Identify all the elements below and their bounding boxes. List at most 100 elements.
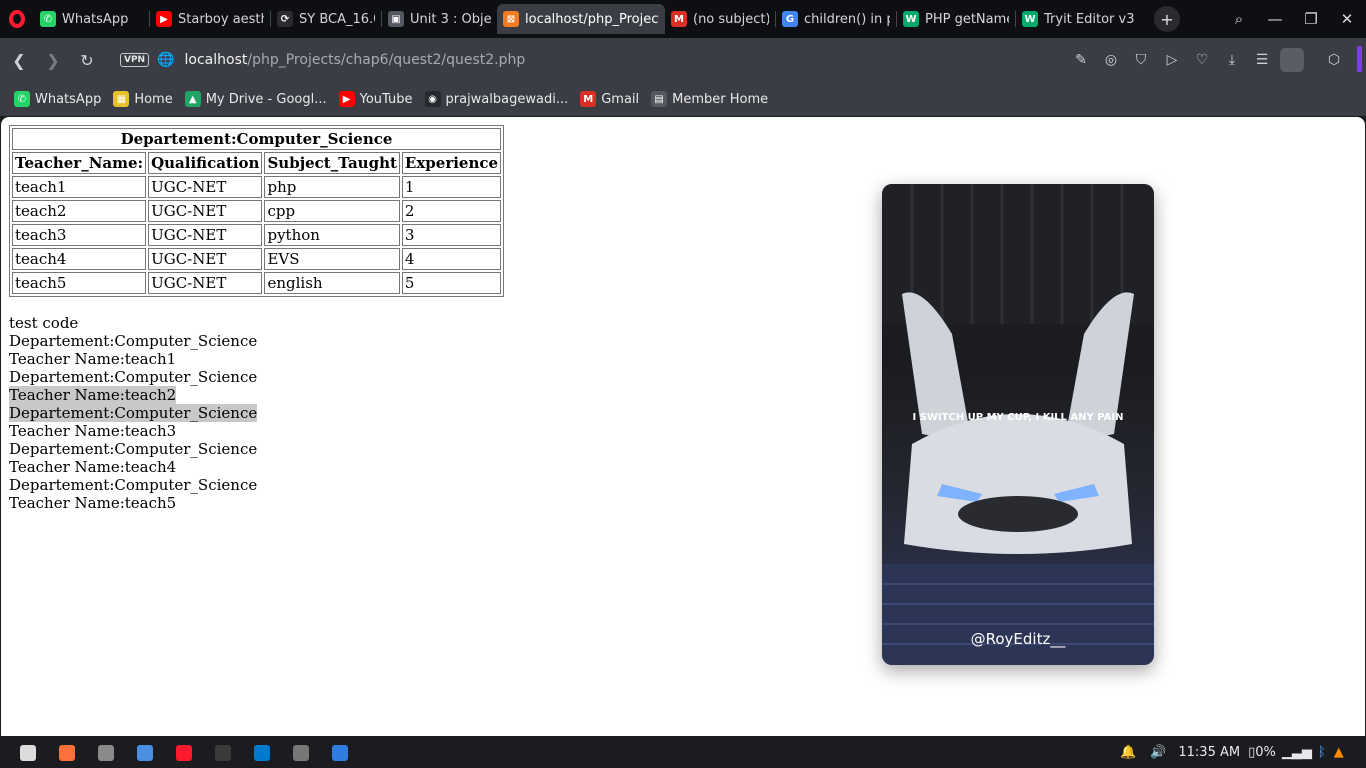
table-cell: teach2	[12, 200, 147, 222]
bookmark-item[interactable]: ✆ WhatsApp	[14, 91, 101, 107]
system-tray: 🔔 🔊 11:35 AM ▯ 0% ▁▃▅ ᛒ ▲	[1120, 737, 1344, 768]
url-host: localhost	[184, 52, 248, 68]
tab-title: Starboy aesth	[178, 11, 264, 27]
table-cell: 2	[401, 200, 502, 222]
tab-title: (no subject) -	[693, 11, 769, 27]
tab[interactable]: ⊠ localhost/php_Projects	[497, 4, 665, 34]
table-caption: Departement:Computer_Science	[12, 128, 502, 150]
tab-favicon-icon: W	[903, 11, 919, 27]
edit-page-icon[interactable]: ✎	[1066, 38, 1096, 82]
screenshot-icon[interactable]	[125, 737, 164, 768]
web-page: Departement:Computer_Science Teacher_Nam…	[1, 117, 1365, 736]
tab[interactable]: ⟳ SY BCA_16.06	[271, 4, 381, 34]
extensions-icon[interactable]: ⬡	[1319, 38, 1349, 82]
tab[interactable]: ▶ Starboy aesth	[150, 4, 270, 34]
table-header-cell: Qualification	[148, 152, 263, 174]
table-cell: UGC-NET	[148, 200, 263, 222]
table-row: teach4 UGC-NET EVS 4	[12, 248, 502, 270]
url-field[interactable]: localhost/php_Projects/chap6/quest2/ques…	[185, 52, 526, 68]
forward-button[interactable]: ❯	[36, 43, 70, 77]
close-window-button[interactable]: ✕	[1329, 0, 1365, 38]
opera-menu-button[interactable]	[0, 0, 34, 38]
profile-button[interactable]	[1277, 38, 1307, 82]
snapshot-icon[interactable]: ◎	[1096, 38, 1126, 82]
tab-title: children() in p	[804, 11, 890, 27]
table-cell: UGC-NET	[148, 224, 263, 246]
tab-favicon-icon: ⊠	[503, 11, 519, 27]
taskbar-app-glyph	[253, 744, 270, 761]
tab[interactable]: ✆ WhatsApp	[34, 4, 149, 34]
table-cell: EVS	[264, 248, 400, 270]
bookmark-label: YouTube	[359, 91, 413, 107]
teachers-table: Departement:Computer_Science Teacher_Nam…	[9, 125, 505, 297]
video-popout[interactable]: I SWITCH UP MY CUP, I KILL ANY PAIN @Roy…	[882, 184, 1154, 665]
tab-search-icon[interactable]: ⌕	[1221, 0, 1257, 38]
clock-app-icon[interactable]	[281, 737, 320, 768]
vpn-badge[interactable]: VPN	[120, 53, 150, 67]
bookmark-item[interactable]: ▦ Home	[113, 91, 173, 107]
globe-icon[interactable]: 🌐	[157, 52, 174, 68]
taskbar-app-glyph	[97, 744, 114, 761]
output-line-text: Departement:Computer_Science	[9, 368, 258, 386]
taskbar-app-glyph	[19, 744, 36, 761]
app-diamond-icon[interactable]	[320, 737, 359, 768]
volume-icon[interactable]: 🔊	[1150, 745, 1166, 760]
reload-button[interactable]: ↻	[70, 43, 104, 77]
firefox-icon[interactable]	[47, 737, 86, 768]
table-row: teach3 UGC-NET python 3	[12, 224, 502, 246]
update-warning-icon[interactable]: ▲	[1334, 745, 1344, 760]
tab-bar: ✆ WhatsApp ▶ Starboy aesth ⟳ SY BCA_16.06 ▣ Uni…	[0, 0, 1366, 38]
url-path: /php_Projects/chap6/quest2/quest2.php	[247, 52, 526, 68]
bookmark-favicon-icon: ◉	[424, 91, 441, 107]
bookmark-favicon-icon: ▤	[651, 91, 668, 107]
video-caption: I SWITCH UP MY CUP, I KILL ANY PAIN	[912, 412, 1124, 423]
table-cell: teach4	[12, 248, 147, 270]
output-line: Departement:Computer_Science	[9, 440, 257, 458]
zorin-menu-icon[interactable]	[8, 737, 47, 768]
download-icon[interactable]: ⤓	[1217, 38, 1247, 82]
clock[interactable]: 11:35 AM	[1178, 745, 1240, 760]
restore-button[interactable]: ❐	[1293, 0, 1329, 38]
vscode-icon[interactable]	[242, 737, 281, 768]
tab-title: Unit 3 : Objec	[410, 11, 491, 27]
easy-setup-icon[interactable]: ☰	[1247, 38, 1277, 82]
flow-icon[interactable]: ▷	[1157, 38, 1187, 82]
output-line-text: Teacher Name:teach2	[9, 386, 177, 404]
bookmark-label: Home	[134, 91, 173, 107]
taskbar-app-glyph	[214, 744, 231, 761]
profile-icon	[1280, 48, 1304, 72]
files-icon[interactable]	[86, 737, 125, 768]
bookmark-item[interactable]: ◉ prajwalbagewadi...	[424, 91, 568, 107]
bookmark-item[interactable]: ▲ My Drive - Googl...	[184, 91, 327, 107]
battery-icon[interactable]: ▯	[1248, 745, 1255, 760]
bookmark-item[interactable]: M Gmail	[580, 91, 639, 107]
notifications-icon[interactable]: 🔔	[1120, 745, 1136, 760]
test-output: test code Departement:Computer_Science Tea…	[9, 314, 258, 512]
back-button[interactable]: ❮	[2, 43, 36, 77]
table-cell: 1	[401, 176, 502, 198]
new-tab-button[interactable]: +	[1154, 6, 1180, 32]
tab[interactable]: ▣ Unit 3 : Objec	[382, 4, 497, 34]
tab-favicon-icon: ▶	[156, 11, 172, 27]
tab-title: PHP getName	[925, 11, 1009, 27]
opera-icon[interactable]	[164, 737, 203, 768]
opera-logo-icon	[9, 10, 25, 28]
network-icon[interactable]: ▁▃▅	[1282, 745, 1312, 760]
bookmark-favicon-icon: ▶	[338, 91, 355, 107]
bookmark-item[interactable]: ▤ Member Home	[651, 91, 768, 107]
bluetooth-icon[interactable]: ᛒ	[1318, 745, 1326, 760]
output-line: Departement:Computer_Science	[9, 476, 257, 494]
output-line-text: Departement:Computer_Science	[9, 440, 258, 458]
tab[interactable]: W PHP getName	[897, 4, 1015, 34]
tab[interactable]: M (no subject) -	[665, 4, 775, 34]
tab[interactable]: Gchildren() in p	[776, 4, 896, 34]
bookmark-item[interactable]: ▶ YouTube	[338, 91, 413, 107]
heart-icon[interactable]: ♡	[1187, 38, 1217, 82]
tab-title: SY BCA_16.06	[299, 11, 375, 27]
tab[interactable]: W Tryit Editor v3	[1016, 4, 1144, 34]
shield-icon[interactable]: ⛉	[1126, 38, 1156, 82]
minimize-button[interactable]: —	[1257, 0, 1293, 38]
table-cell: teach5	[12, 272, 147, 294]
bookmarks-bar: ✆ WhatsApp ▦ Home ▲ My Drive - Googl... ▶ YouTu…	[0, 82, 1366, 116]
terminal-icon[interactable]	[203, 737, 242, 768]
